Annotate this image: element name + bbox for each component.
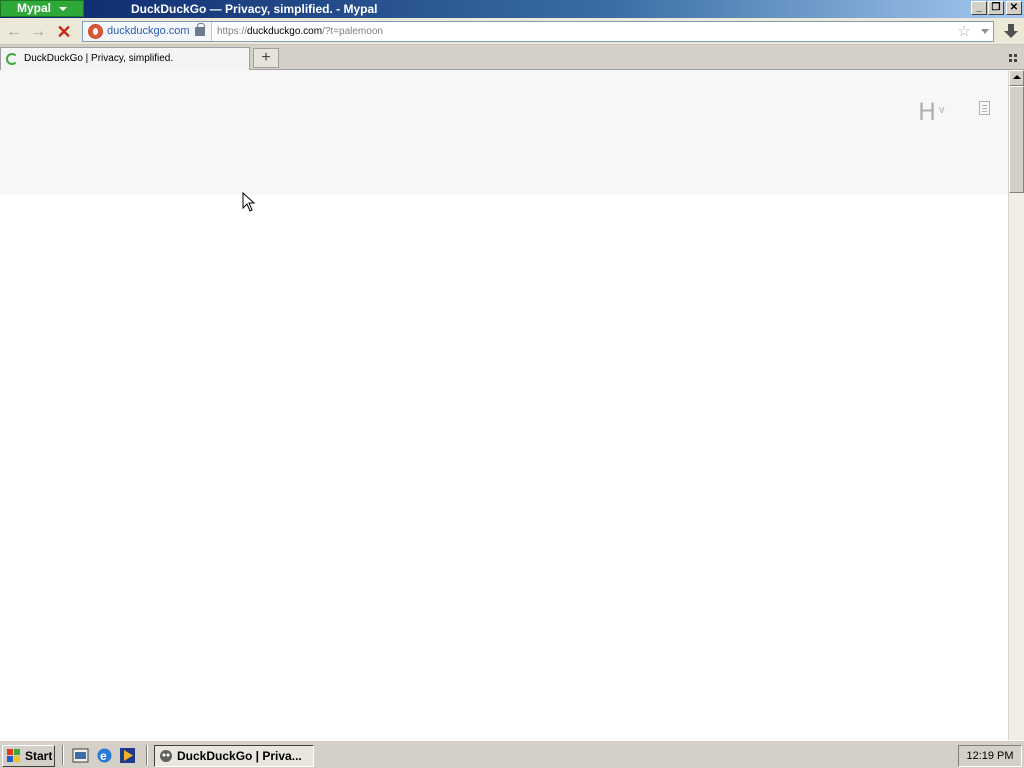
system-tray-clock[interactable]: 12:19 PM <box>958 745 1022 767</box>
window-title: DuckDuckGo — Privacy, simplified. - Mypa… <box>131 2 378 16</box>
mouse-pointer-icon <box>242 192 256 212</box>
taskbar-separator <box>146 745 148 765</box>
back-button[interactable]: ← <box>4 22 24 42</box>
start-label: Start <box>25 749 53 763</box>
site-identity-button[interactable]: duckduckgo.com <box>83 22 212 41</box>
restore-button[interactable]: ❐ <box>988 1 1004 15</box>
url-bar[interactable]: duckduckgo.com https://duckduckgo.com/?t… <box>82 21 994 42</box>
taskbar-separator <box>62 745 64 765</box>
site-identity-label: duckduckgo.com <box>107 25 190 37</box>
app-menu-label: Mypal <box>17 1 52 15</box>
download-icon[interactable] <box>1002 22 1020 40</box>
windows-logo-icon <box>7 749 20 762</box>
bookmark-star-icon[interactable]: ☆ <box>958 22 971 41</box>
chevron-down-icon[interactable]: v <box>939 104 945 116</box>
vertical-scrollbar[interactable] <box>1008 70 1024 740</box>
all-tabs-icon[interactable] <box>1009 54 1019 62</box>
stop-button[interactable]: ✕ <box>54 22 74 42</box>
title-bar: Mypal DuckDuckGo — Privacy, simplified. … <box>0 0 1024 18</box>
loading-spinner-icon <box>6 53 18 65</box>
chevron-down-icon <box>59 7 67 11</box>
internet-explorer-icon[interactable]: e <box>96 747 113 764</box>
tab-title: DuckDuckGo | Privacy, simplified. <box>24 53 174 64</box>
navigation-toolbar: ← → ✕ duckduckgo.com https://duckduckgo.… <box>0 18 1024 45</box>
minimize-button[interactable]: _ <box>971 1 987 15</box>
media-player-icon[interactable] <box>119 747 136 764</box>
url-prefix: https:// <box>217 26 248 37</box>
start-button[interactable]: Start <box>2 745 55 767</box>
app-menu-button[interactable]: Mypal <box>0 0 84 17</box>
new-tab-button[interactable]: + <box>253 48 279 68</box>
page-content: H v <box>0 70 1008 740</box>
taskbar-window-label: DuckDuckGo | Priva... <box>177 749 302 763</box>
url-suffix: /?t=palemoon <box>322 26 383 37</box>
tab-strip: DuckDuckGo | Privacy, simplified. + <box>0 46 1024 70</box>
show-desktop-icon[interactable] <box>72 747 89 764</box>
scroll-thumb[interactable] <box>1009 86 1024 193</box>
tab-duckduckgo[interactable]: DuckDuckGo | Privacy, simplified. <box>0 47 250 70</box>
close-button[interactable]: ✕ <box>1006 1 1022 15</box>
forward-button[interactable]: → <box>28 22 48 42</box>
taskbar-window-button[interactable]: DuckDuckGo | Priva... <box>154 745 314 767</box>
page-header: H v <box>0 70 1008 195</box>
duckduckgo-favicon-icon <box>88 24 103 39</box>
url-host: duckduckgo.com <box>247 26 323 37</box>
scroll-up-button[interactable] <box>1009 70 1024 86</box>
svg-text:e: e <box>100 749 107 763</box>
lock-icon <box>195 23 205 36</box>
mypal-app-icon <box>160 750 172 762</box>
menu-icon[interactable] <box>979 101 990 115</box>
url-history-dropdown-icon[interactable] <box>981 29 989 34</box>
taskbar: Start e DuckDuckGo | Priva... 12:19 PM <box>0 740 1024 768</box>
url-input[interactable]: https://duckduckgo.com/?t=palemoon <box>217 22 383 41</box>
logo-partial[interactable]: H <box>918 98 936 126</box>
